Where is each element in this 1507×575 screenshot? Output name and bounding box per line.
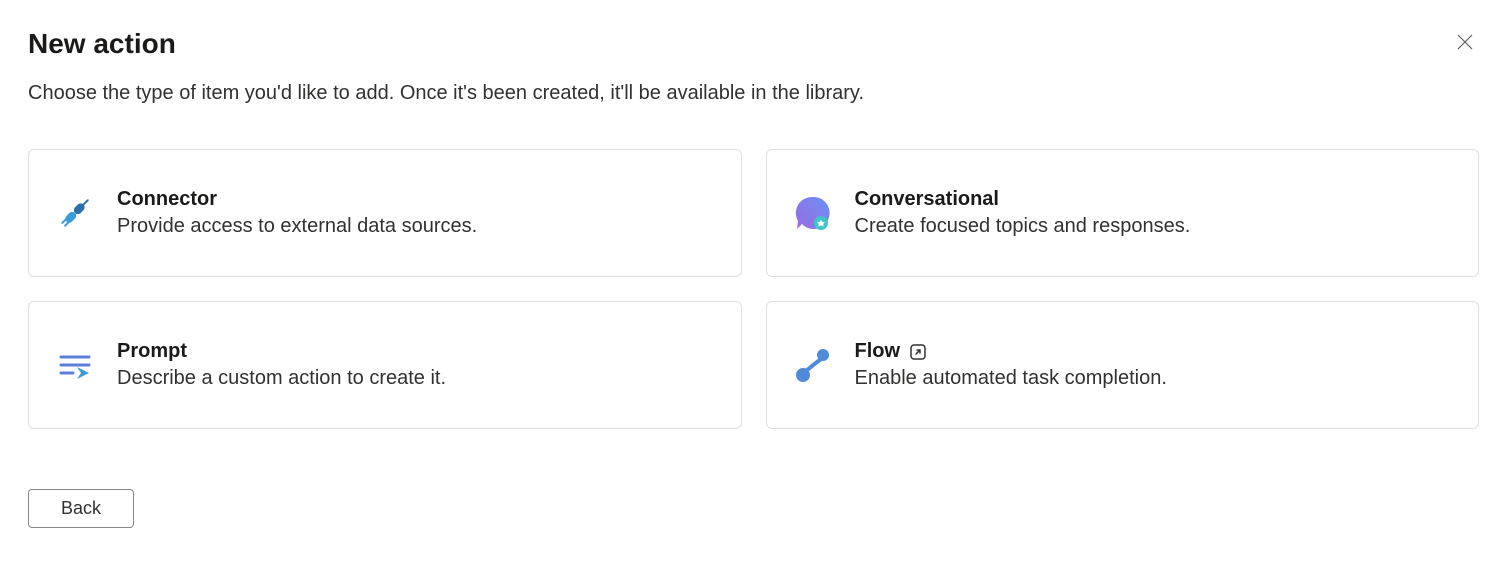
card-description: Provide access to external data sources. (117, 215, 717, 238)
close-icon (1455, 32, 1475, 55)
back-button[interactable]: Back (28, 489, 134, 528)
external-link-icon (908, 342, 928, 362)
card-description: Enable automated task completion. (855, 367, 1455, 390)
card-description: Create focused topics and responses. (855, 215, 1455, 238)
connector-icon (53, 191, 97, 235)
page-subtitle: Choose the type of item you'd like to ad… (28, 82, 1479, 105)
prompt-icon (53, 343, 97, 387)
close-button[interactable] (1451, 28, 1479, 59)
card-connector[interactable]: Connector Provide access to external dat… (28, 149, 742, 277)
card-title: Flow (855, 340, 901, 363)
page-title: New action (28, 28, 176, 60)
flow-icon (791, 343, 835, 387)
conversational-icon (791, 191, 835, 235)
action-type-grid: Connector Provide access to external dat… (28, 149, 1479, 429)
card-description: Describe a custom action to create it. (117, 367, 717, 390)
card-prompt[interactable]: Prompt Describe a custom action to creat… (28, 301, 742, 429)
card-conversational[interactable]: Conversational Create focused topics and… (766, 149, 1480, 277)
card-title: Prompt (117, 340, 187, 363)
card-title: Conversational (855, 188, 999, 211)
card-flow[interactable]: Flow Enable automated task completion. (766, 301, 1480, 429)
card-title: Connector (117, 188, 217, 211)
